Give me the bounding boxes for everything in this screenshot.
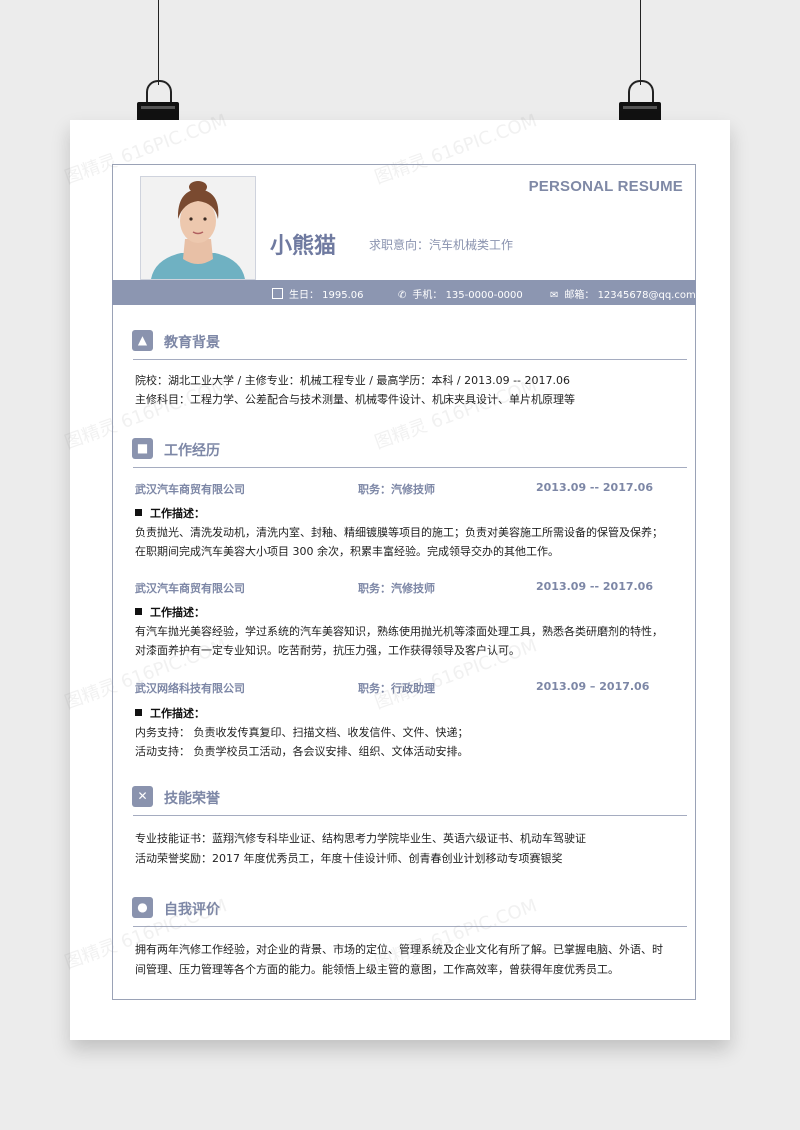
- mail-icon: ✉: [550, 290, 559, 301]
- self-eval-title: 自我评价: [164, 902, 220, 918]
- birthday-info: 生日： 1995.06: [272, 286, 364, 301]
- job-2-desc-1: 有汽车抛光美容经验，学过系统的汽车美容知识，熟练使用抛光机等漆面处理工具，熟悉各…: [135, 625, 663, 638]
- work-title: 工作经历: [164, 443, 220, 459]
- job-2-position: 职务：汽修技师: [358, 582, 435, 595]
- resume-title-en: PERSONAL RESUME: [528, 178, 683, 195]
- education-divider: [133, 359, 687, 360]
- job-1-desc-label: 工作描述：: [135, 505, 205, 521]
- self-eval-line-1: 拥有两年汽修工作经验，对企业的背景、市场的定位、管理系统及企业文化有所了解。已掌…: [135, 943, 663, 956]
- job-1-position: 职务：汽修技师: [358, 483, 435, 496]
- phone-icon: ✆: [398, 290, 407, 301]
- job-1-desc-1: 负责抛光、清洗发动机，清洗内室、封釉、精细镀膜等项目的施工；负责对美容施工所需设…: [135, 526, 663, 539]
- job-intent: 求职意向：汽车机械类工作: [369, 238, 514, 252]
- calendar-icon: [272, 288, 283, 299]
- email-text: 邮箱： 12345678@qq.com: [564, 290, 696, 301]
- tools-icon: ✕: [132, 786, 153, 807]
- self-eval-line-2: 间管理、压力管理等各个方面的能力。能领悟上级主管的意图，工作高效率，曾获得年度优…: [135, 963, 619, 976]
- skills-line-1: 专业技能证书：蓝翔汽修专科毕业证、结构思考力学院毕业生、英语六级证书、机动车驾驶…: [135, 832, 586, 845]
- job-2-company: 武汉汽车商贸有限公司: [135, 582, 245, 595]
- skills-title: 技能荣誉: [164, 791, 220, 807]
- email-info: ✉ 邮箱： 12345678@qq.com: [550, 286, 696, 301]
- job-3-desc-label: 工作描述：: [135, 705, 205, 721]
- graduation-cap-icon: ▲: [132, 330, 153, 351]
- job-1-company: 武汉汽车商贸有限公司: [135, 483, 245, 496]
- job-1-date: 2013.09 -- 2017.06: [536, 481, 653, 494]
- birthday-text: 生日： 1995.06: [289, 290, 364, 301]
- candidate-name: 小熊猫: [270, 234, 337, 259]
- phone-info: ✆ 手机： 135-0000-0000: [398, 286, 523, 301]
- hanging-wire-left: [158, 0, 159, 85]
- job-2-desc-2: 对漆面养护有一定专业知识。吃苦耐劳，抗压力强，工作获得领导及客户认可。: [135, 644, 520, 657]
- education-title: 教育背景: [164, 335, 220, 351]
- job-3-date: 2013.09 – 2017.06: [536, 680, 650, 693]
- skills-divider: [133, 815, 687, 816]
- job-3-position: 职务：行政助理: [358, 682, 435, 695]
- self-eval-divider: [133, 926, 687, 927]
- job-2-date: 2013.09 -- 2017.06: [536, 580, 653, 593]
- job-3-desc-2: 活动支持： 负责学校员工活动，各会议安排、组织、文体活动安排。: [135, 745, 469, 758]
- job-1-desc-2: 在职期间完成汽车美容大小项目 300 余次，积累丰富经验。完成领导交办的其他工作…: [135, 545, 559, 558]
- profile-photo: [140, 176, 256, 280]
- skills-line-2: 活动荣誉奖励：2017 年度优秀员工，年度十佳设计师、创青春创业计划移动专项赛银…: [135, 852, 563, 865]
- education-line-2: 主修科目：工程力学、公差配合与技术测量、机械零件设计、机床夹具设计、单片机原理等: [135, 393, 575, 406]
- education-line-1: 院校：湖北工业大学 / 主修专业：机械工程专业 / 最高学历：本科 / 2013…: [135, 374, 571, 387]
- person-icon: ●: [132, 897, 153, 918]
- job-3-company: 武汉网络科技有限公司: [135, 682, 245, 695]
- job-2-desc-label: 工作描述：: [135, 604, 205, 620]
- work-divider: [133, 467, 687, 468]
- job-3-desc-1: 内务支持： 负责收发传真复印、扫描文档、收发信件、文件、快递；: [135, 726, 469, 739]
- briefcase-icon: ■: [132, 438, 153, 459]
- hanging-wire-right: [640, 0, 641, 85]
- phone-text: 手机： 135-0000-0000: [412, 290, 523, 301]
